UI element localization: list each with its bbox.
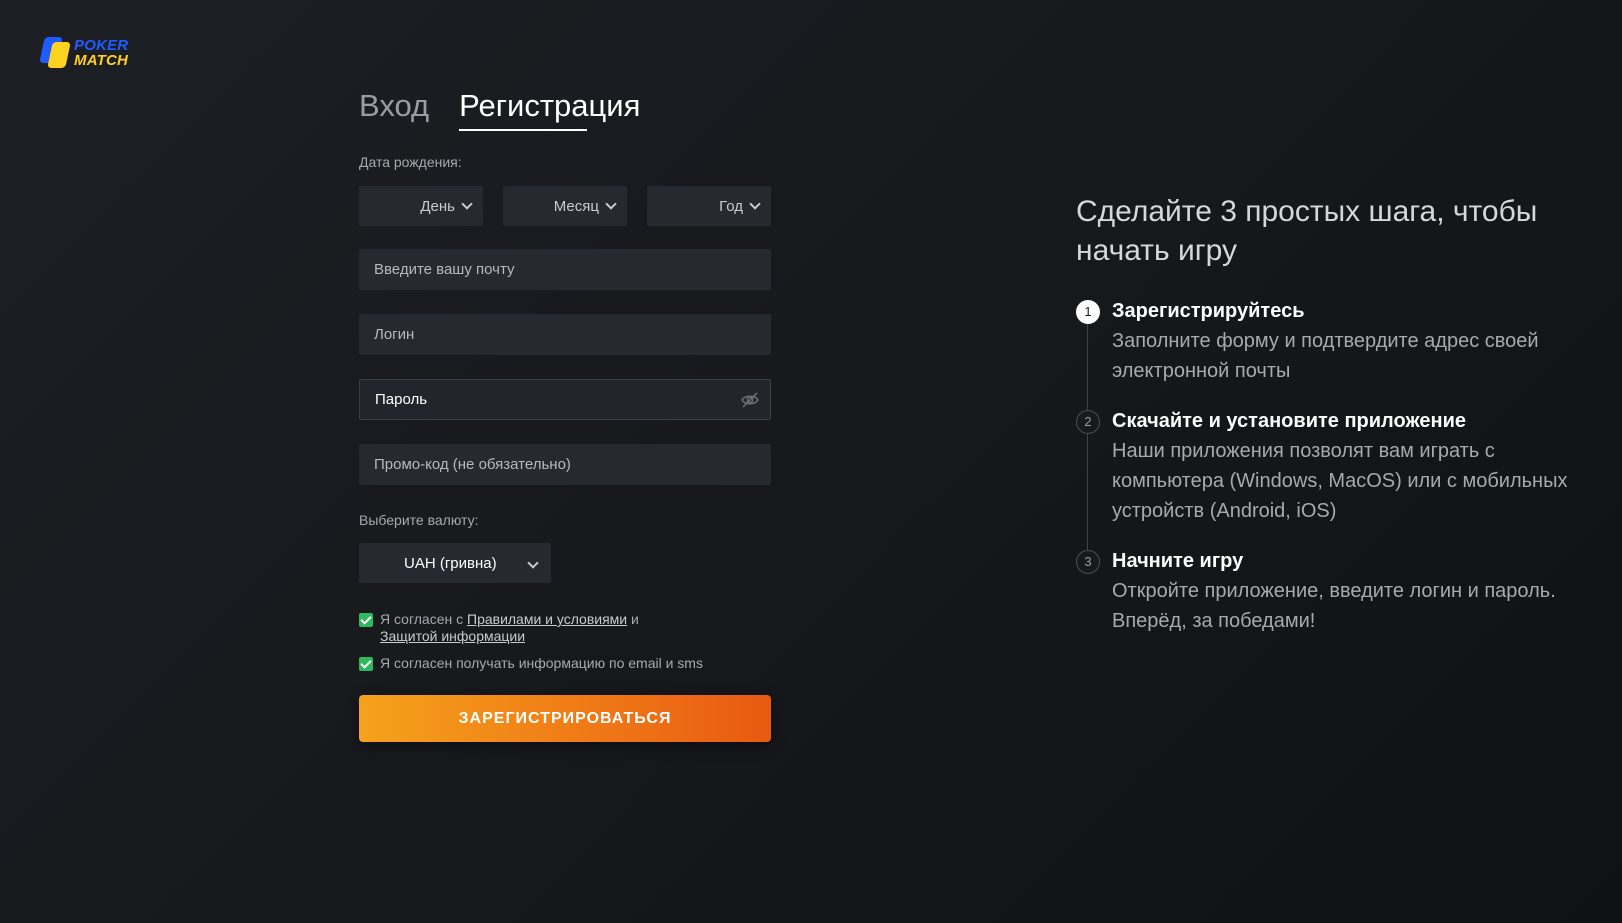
steps-panel: Сделайте 3 простых шага, чтобы начать иг… [1076, 192, 1576, 636]
terms-middle: и [627, 611, 639, 627]
chevron-down-icon [527, 557, 539, 569]
password-field[interactable]: Пароль [359, 379, 771, 420]
steps-list: 1 Зарегистрируйтесь Заполните форму и по… [1076, 298, 1576, 636]
newsletter-checkbox[interactable] [359, 657, 373, 671]
terms-consent: Я согласен с Правилами и условиями и Защи… [359, 611, 771, 645]
step-item: 3 Начните игру Откройте приложение, введ… [1076, 548, 1576, 636]
currency-select[interactable]: UAH (гривна) [359, 543, 551, 583]
day-select[interactable]: День [359, 186, 483, 226]
currency-label: Выберите валюту: [359, 512, 479, 528]
step-title: Зарегистрируйтесь [1112, 300, 1305, 322]
year-select-value: Год [719, 197, 743, 215]
month-select[interactable]: Месяц [503, 186, 627, 226]
promo-code-placeholder: Промо-код (не обязательно) [374, 456, 571, 473]
step-number: 2 [1076, 410, 1100, 434]
auth-tabs: Вход Регистрация [359, 86, 640, 131]
pokermatch-logo[interactable]: POKER MATCH [39, 36, 138, 72]
step-text: Заполните форму и подтвердите адрес свое… [1112, 330, 1539, 382]
registration-form: Дата рождения: День Месяц Год Введите ва… [359, 152, 771, 742]
step-number: 3 [1076, 550, 1100, 574]
logo-text-bottom: MATCH [74, 52, 129, 69]
step-item: 1 Зарегистрируйтесь Заполните форму и по… [1076, 298, 1576, 386]
steps-title: Сделайте 3 простых шага, чтобы начать иг… [1076, 195, 1538, 267]
rules-link[interactable]: Правилами и условиями [467, 611, 627, 627]
chevron-down-icon [749, 198, 761, 210]
terms-text: Я согласен с Правилами и условиями и Защи… [380, 611, 639, 645]
year-select[interactable]: Год [647, 186, 771, 226]
chevron-down-icon [605, 198, 617, 210]
tab-register[interactable]: Регистрация [459, 86, 640, 131]
email-field[interactable]: Введите вашу почту [359, 249, 771, 290]
login-field[interactable]: Логин [359, 314, 771, 355]
login-placeholder: Логин [374, 326, 415, 343]
terms-prefix: Я согласен с [380, 611, 467, 627]
step-text: Наши приложения позволят вам играть с ко… [1112, 440, 1568, 522]
newsletter-text: Я согласен получать информацию по email … [380, 655, 703, 671]
logo-card-yellow [47, 42, 71, 68]
password-value: Пароль [375, 391, 428, 408]
newsletter-consent: Я согласен получать информацию по email … [359, 655, 771, 672]
day-select-value: День [420, 197, 455, 215]
dob-selects: День Месяц Год [359, 186, 771, 226]
tab-login[interactable]: Вход [359, 86, 429, 126]
step-number: 1 [1076, 300, 1100, 324]
chevron-down-icon [461, 198, 473, 210]
privacy-link[interactable]: Защитой информации [380, 628, 525, 644]
step-item: 2 Скачайте и установите приложение Наши … [1076, 408, 1576, 526]
step-title: Начните игру [1112, 550, 1244, 572]
register-button[interactable]: ЗАРЕГИСТРИРОВАТЬСЯ [359, 695, 771, 742]
step-title: Скачайте и установите приложение [1112, 410, 1466, 432]
email-placeholder: Введите вашу почту [374, 261, 515, 278]
eye-slash-icon[interactable] [740, 390, 760, 410]
promo-code-field[interactable]: Промо-код (не обязательно) [359, 444, 771, 485]
logo-text-top: POKER [74, 37, 129, 54]
currency-select-value: UAH (гривна) [404, 554, 497, 572]
dob-label: Дата рождения: [359, 154, 462, 170]
month-select-value: Месяц [553, 197, 599, 215]
terms-checkbox[interactable] [359, 613, 373, 627]
step-text: Откройте приложение, введите логин и пар… [1112, 580, 1556, 632]
